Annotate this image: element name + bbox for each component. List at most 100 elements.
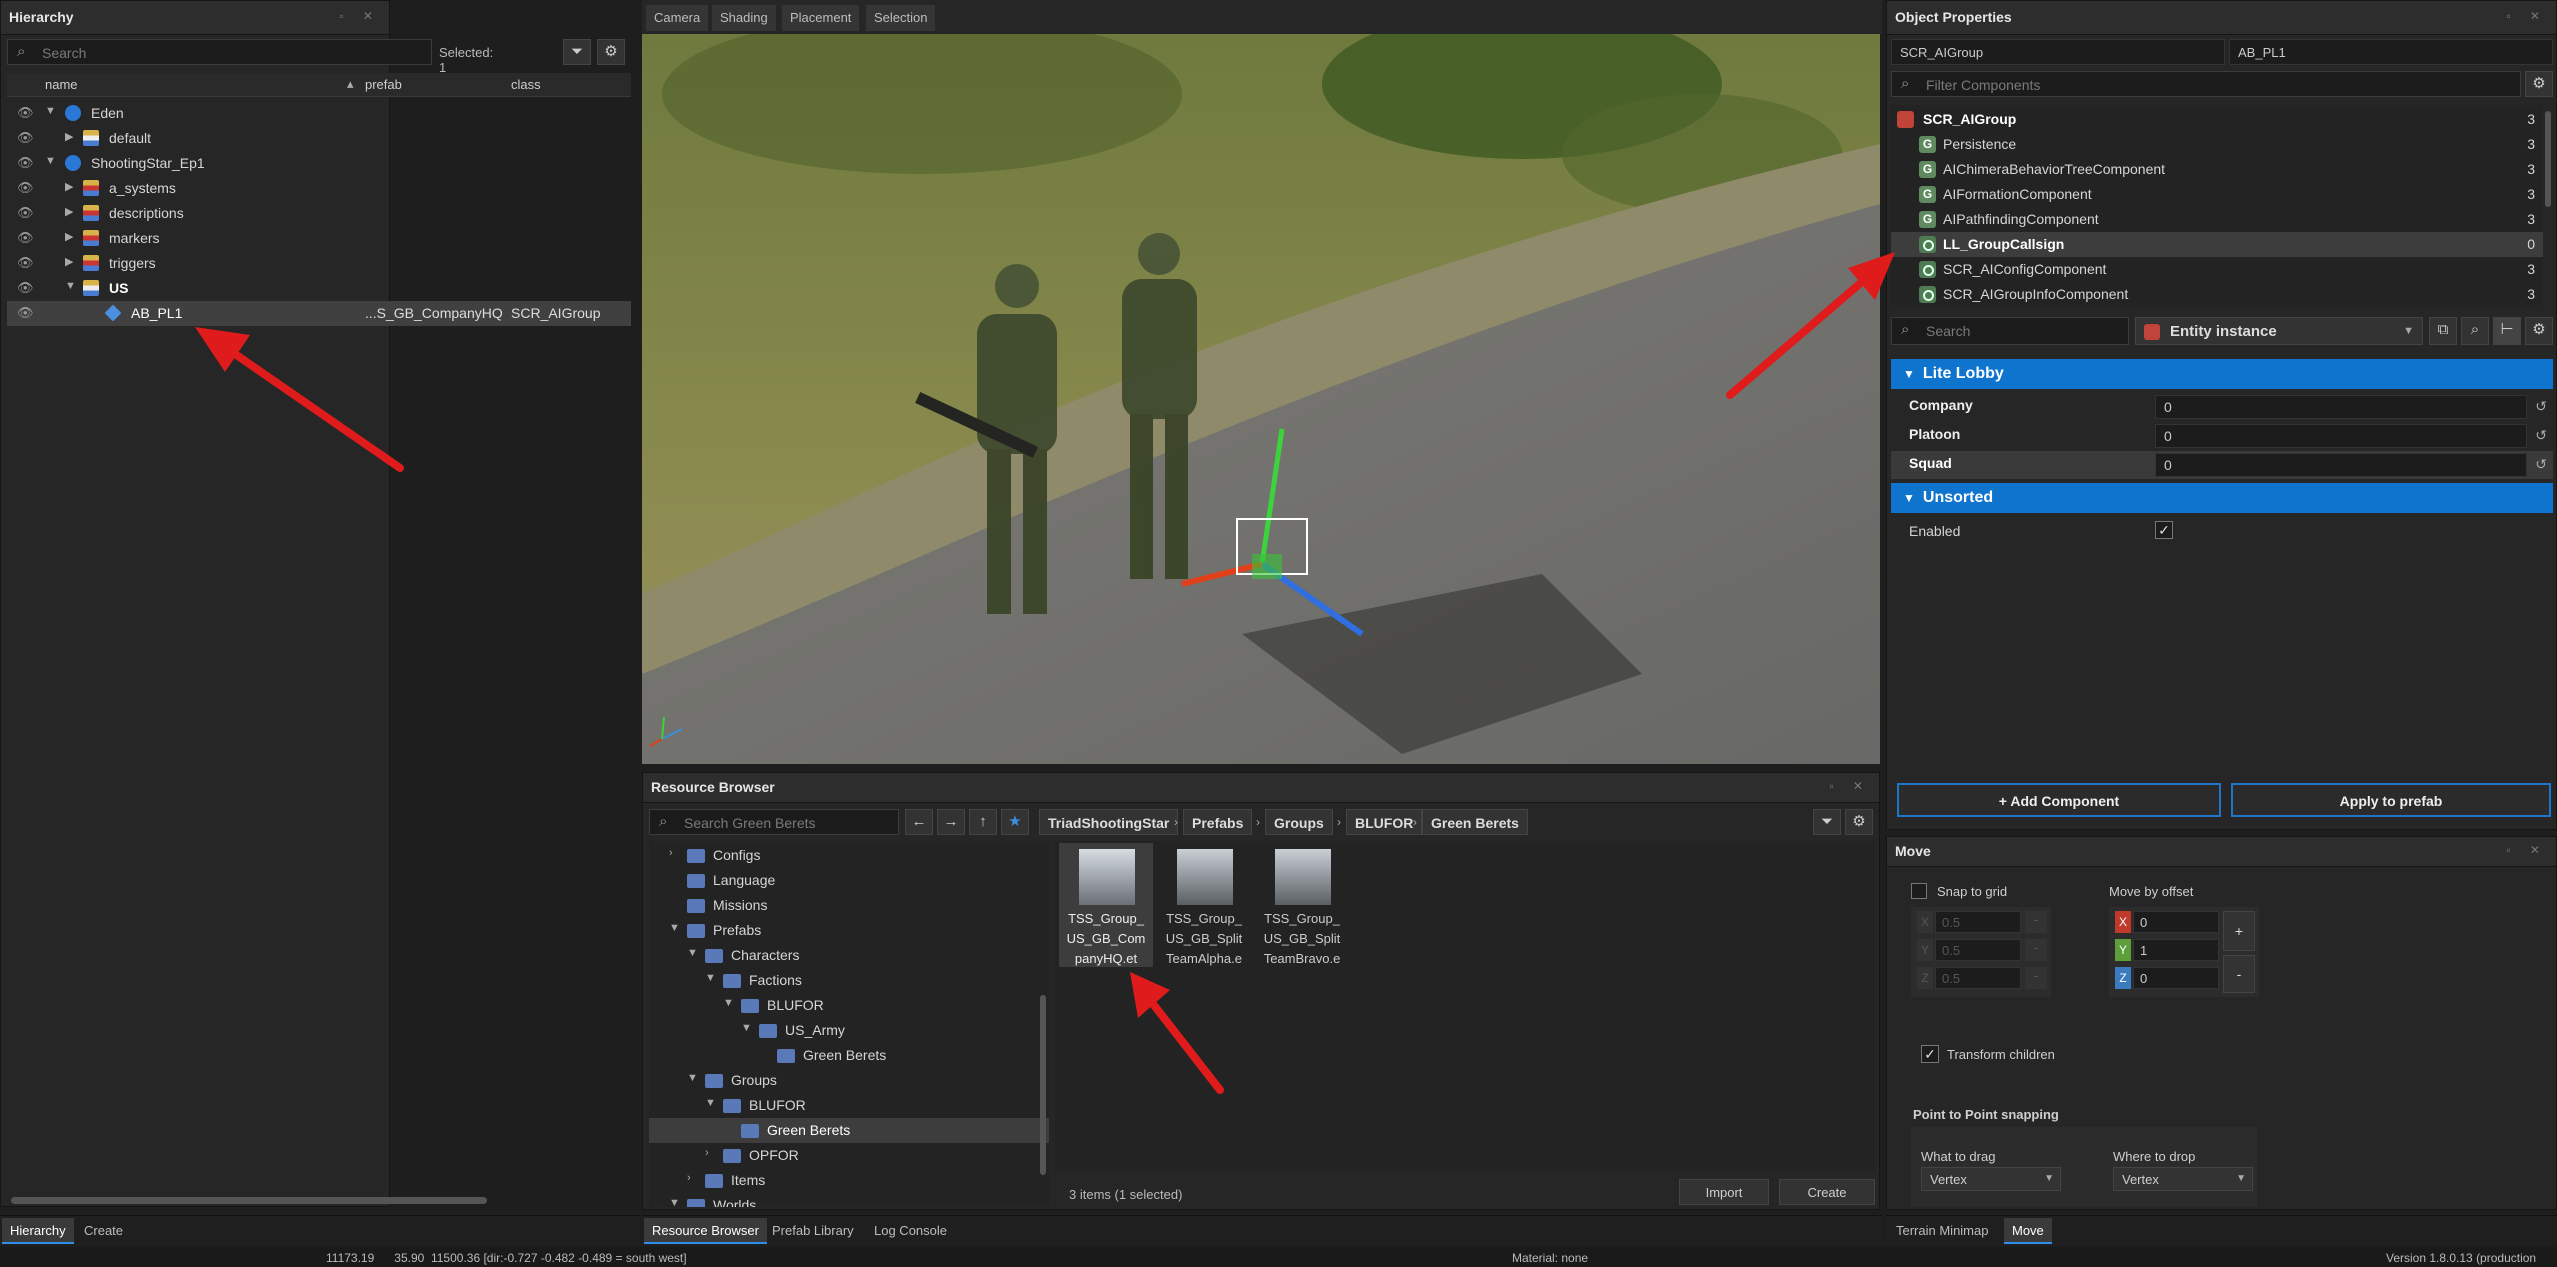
add-component-button[interactable]: + Add Component [1897,783,2221,817]
visibility-eye-icon[interactable]: 👁 [17,180,35,195]
chevron-down-icon[interactable]: ▼ [687,1072,698,1084]
component-scr-aigroupinfo[interactable]: SCR_AIGroupInfoComponent 3 [1891,282,2543,305]
forward-button[interactable]: → [937,809,965,835]
chevron-down-icon[interactable]: ▼ [45,105,56,117]
visibility-eye-icon[interactable]: 👁 [17,255,35,270]
enabled-checkbox[interactable]: ✓ [2155,521,2173,539]
component-ll-groupcallsign[interactable]: LL_GroupCallsign 0 [1891,232,2543,257]
tab-prefab-library[interactable]: Prefab Library [764,1218,862,1244]
tree-item-eden[interactable]: 👁 ▼ Eden [7,101,631,126]
section-lite-lobby[interactable]: ▼ Lite Lobby [1891,359,2553,389]
tab-move[interactable]: Move [2004,1218,2052,1244]
tree-item-ab-pl1[interactable]: 👁 AB_PL1 ...S_GB_CompanyHQ SCR_AIGroup [7,301,631,326]
offset-minus-button[interactable]: - [2223,955,2255,993]
settings-button[interactable]: ⚙ [2525,71,2553,97]
create-button[interactable]: Create [1779,1179,1875,1205]
file-item-bravo[interactable]: TSS_Group_ US_GB_Split TeamBravo.e [1255,843,1349,967]
chevron-down-icon[interactable]: ▼ [705,1097,716,1109]
folder-us-army[interactable]: ▼ US_Army [649,1018,1049,1043]
transform-children-checkbox[interactable]: ✓ [1921,1045,1939,1063]
visibility-eye-icon[interactable]: 👁 [17,155,35,170]
folder-factions[interactable]: ▼ Factions [649,968,1049,993]
locate-button[interactable]: ⌕ [2461,317,2489,345]
tab-placement[interactable]: Placement [782,5,860,31]
folder-green-berets-groups[interactable]: Green Berets [649,1118,1049,1143]
component-scr-aiconfig[interactable]: SCR_AIConfigComponent 3 [1891,257,2543,282]
chevron-down-icon[interactable]: ▼ [65,280,76,292]
filter-button[interactable]: ⏷ [1813,809,1841,835]
visibility-eye-icon[interactable]: 👁 [17,280,35,295]
tree-item-markers[interactable]: 👁 ▶ markers [7,226,631,251]
tree-item-descriptions[interactable]: 👁 ▶ descriptions [7,201,631,226]
visibility-eye-icon[interactable]: 👁 [17,205,35,220]
horizontal-scrollbar[interactable] [11,1197,487,1204]
tab-camera[interactable]: Camera [646,5,709,31]
tab-selection[interactable]: Selection [866,5,936,31]
component-root[interactable]: SCR_AIGroup 3 [1891,107,2543,132]
reset-icon[interactable]: ↺ [2535,427,2547,444]
folder-missions[interactable]: Missions [649,893,1049,918]
settings-button[interactable]: ⚙ [2525,317,2553,345]
breadcrumb-item-2[interactable]: Groups [1265,809,1333,835]
scene-viewport[interactable] [642,34,1880,764]
visibility-eye-icon[interactable]: 👁 [17,130,35,145]
folder-characters[interactable]: ▼ Characters [649,943,1049,968]
offset-y-field[interactable]: 1 [2133,939,2219,961]
offset-x-field[interactable]: 0 [2133,911,2219,933]
component-aichimera[interactable]: G AIChimeraBehaviorTreeComponent 3 [1891,157,2543,182]
folder-groups[interactable]: ▼ Groups [649,1068,1049,1093]
tab-log-console[interactable]: Log Console [866,1218,955,1244]
entity-name-field[interactable]: AB_PL1 [2229,39,2553,65]
hierarchy-view-button[interactable]: ⊢ [2493,317,2521,345]
chevron-right-icon[interactable]: › [669,847,673,859]
folder-language[interactable]: Language [649,868,1049,893]
section-unsorted[interactable]: ▼ Unsorted [1891,483,2553,513]
visibility-eye-icon[interactable]: 👁 [17,105,35,120]
tab-shading[interactable]: Shading [712,5,776,31]
chevron-right-icon[interactable]: ▶ [65,205,73,218]
breadcrumb-item-4[interactable]: Green Berets [1422,809,1528,835]
squad-field[interactable]: 0 [2155,453,2527,477]
apply-to-prefab-button[interactable]: Apply to prefab [2231,783,2551,817]
chevron-right-icon[interactable]: › [705,1147,709,1159]
hierarchy-search-input[interactable]: ⌕ Search [7,39,432,65]
breadcrumb-item-3[interactable]: BLUFOR [1346,809,1423,835]
tab-create[interactable]: Create [76,1218,131,1244]
chevron-right-icon[interactable]: ▶ [65,180,73,193]
breadcrumb-item-1[interactable]: Prefabs [1183,809,1253,835]
filter-components-input[interactable]: ⌕ Filter Components [1891,71,2521,97]
chevron-down-icon[interactable]: ▼ [687,947,698,959]
file-item-companyhq[interactable]: TSS_Group_ US_GB_Com panyHQ.et [1059,843,1153,967]
visibility-eye-icon[interactable]: 👁 [17,230,35,245]
chevron-down-icon[interactable]: ▼ [669,1197,680,1207]
drop-dropdown[interactable]: Vertex ▼ [2113,1167,2253,1191]
tree-item-us[interactable]: 👁 ▼ US [7,276,631,301]
column-name[interactable]: name [45,77,78,92]
open-external-button[interactable]: ⧉ [2429,317,2457,345]
resource-search-input[interactable]: ⌕ Search Green Berets [649,809,899,835]
platoon-field[interactable]: 0 [2155,424,2527,448]
tab-hierarchy[interactable]: Hierarchy [2,1218,74,1244]
offset-z-field[interactable]: 0 [2133,967,2219,989]
file-item-alpha[interactable]: TSS_Group_ US_GB_Split TeamAlpha.e [1157,843,1251,967]
component-aiformation[interactable]: G AIFormationComponent 3 [1891,182,2543,207]
reset-icon[interactable]: ↺ [2535,456,2547,473]
folder-worlds[interactable]: ▼ Worlds [649,1193,1049,1207]
folder-blufor-groups[interactable]: ▼ BLUFOR [649,1093,1049,1118]
drag-dropdown[interactable]: Vertex ▼ [1921,1167,2061,1191]
panel-window-buttons[interactable]: ▫ ✕ [339,9,381,23]
chevron-down-icon[interactable]: ▼ [723,997,734,1009]
tree-item-default[interactable]: 👁 ▶ default [7,126,631,151]
chevron-right-icon[interactable]: ▶ [65,130,73,143]
import-button[interactable]: Import [1679,1179,1769,1205]
folder-prefabs[interactable]: ▼ Prefabs [649,918,1049,943]
folder-items[interactable]: › Items [649,1168,1049,1193]
settings-button[interactable]: ⚙ [597,39,625,65]
company-field[interactable]: 0 [2155,395,2527,419]
chevron-down-icon[interactable]: ▼ [669,922,680,934]
instance-dropdown[interactable]: Entity instance ▼ [2135,317,2423,345]
panel-window-buttons[interactable]: ▫ ✕ [2506,843,2548,857]
breadcrumb-item-0[interactable]: TriadShootingStar [1039,809,1179,835]
chevron-down-icon[interactable]: ▼ [741,1022,752,1034]
panel-window-buttons[interactable]: ▫ ✕ [1829,779,1871,793]
